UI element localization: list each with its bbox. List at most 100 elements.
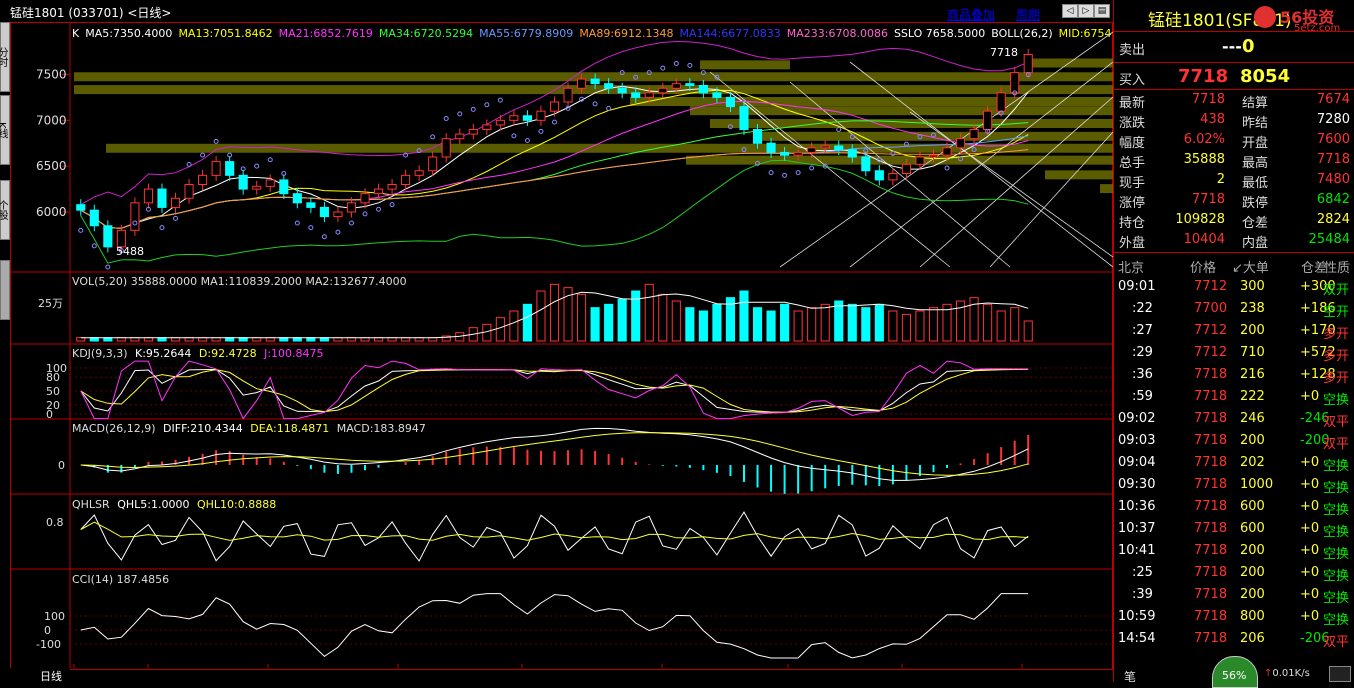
bid-volume: 8054 (1240, 66, 1291, 87)
cci-tick: 0 (44, 624, 51, 637)
tick-row: 09:04 7718 202 +0 空换 (1114, 452, 1354, 474)
candle-body (766, 142, 776, 153)
tick-cell: 216 (1240, 367, 1265, 382)
tick-row: 10:36 7718 600 +0 空换 (1114, 496, 1354, 518)
side-tab-kline[interactable]: K线 (0, 95, 10, 165)
cci-tick: 100 (44, 610, 65, 623)
vol-tick: 25万 (38, 297, 63, 310)
quote-label: 开盘 (1242, 136, 1269, 151)
volume-bar (793, 310, 803, 342)
sar-dot (836, 127, 842, 132)
sar-dot (484, 102, 490, 108)
price-band (710, 119, 1113, 128)
chart-area[interactable]: K MA5:7350.4000 MA13:7051.8462 MA21:6852.76… (10, 22, 1113, 670)
bid-row: 买入 7718 8054 (1119, 66, 1291, 88)
tick-cell: :39 (1132, 587, 1153, 602)
tick-cell: 空换 (1323, 591, 1350, 606)
candle-body (685, 83, 695, 87)
volume-bar (1023, 320, 1033, 342)
tick-cell: 200 (1240, 323, 1265, 338)
candle-body (387, 184, 397, 190)
candle-body (373, 188, 384, 195)
qhl5-line (80, 511, 1029, 562)
volume-bar (996, 310, 1006, 342)
candle-body (712, 92, 722, 98)
candle-body (536, 110, 546, 121)
side-tab-intraday[interactable]: 分时 (0, 22, 10, 92)
candle-body (617, 87, 627, 94)
quote-row: 持仓 109828 仓差 2824 (1114, 212, 1354, 232)
indicator-7: MA144:6677.0833 (680, 27, 781, 40)
period-link[interactable]: 周期 (1016, 6, 1040, 23)
quote-label: 结算 (1242, 96, 1269, 111)
candle-body (644, 92, 654, 98)
sar-dot (267, 157, 273, 163)
quote-label: 最新 (1119, 96, 1146, 111)
candle-body (739, 106, 749, 131)
tick-cell: :59 (1132, 389, 1153, 404)
volume-bar (739, 290, 749, 342)
layout-icon[interactable]: ▤ (1094, 4, 1110, 18)
candle-body (874, 170, 884, 181)
indicator-10: BOLL(26,2) (991, 27, 1052, 40)
candle-body (428, 156, 438, 172)
sar-dot (105, 264, 111, 270)
candle-body (414, 170, 424, 176)
side-tab-extra[interactable] (0, 260, 10, 320)
sar-dot (200, 152, 206, 158)
quote-row: 外盘 10404 内盘 25484 (1114, 232, 1354, 252)
sar-dot (186, 161, 192, 167)
tick-cell: 202 (1240, 455, 1265, 470)
prev-icon[interactable]: ◁ (1062, 4, 1078, 18)
tick-cell: 7718 (1194, 587, 1228, 602)
window-min-icon[interactable] (1329, 666, 1351, 682)
candle-body (292, 193, 302, 204)
quote-row: 涨跌 438 昨结 7280 (1114, 112, 1354, 132)
volume-bar (1010, 307, 1020, 342)
tick-cell: 多开 (1323, 327, 1350, 342)
candle-body (820, 145, 830, 149)
sar-dot (809, 165, 815, 171)
candle-body (671, 83, 681, 89)
volume-bar (766, 310, 776, 342)
tick-cell: 空开 (1323, 305, 1350, 320)
cci-header: CCI(14) 187.4856 (72, 573, 169, 586)
side-tab-stock[interactable]: 个股 (0, 180, 10, 240)
indicator-9: SSLO 7658.5000 (894, 27, 985, 40)
tick-cell: 206 (1240, 631, 1265, 646)
sar-dot (457, 111, 463, 117)
window-title: 锰硅1801 (033701) <日线> (10, 6, 172, 20)
price-band (630, 97, 1113, 106)
tick-cell: 14:54 (1118, 631, 1156, 646)
candle-body (157, 188, 167, 208)
candle-body (319, 206, 329, 218)
tick-cell: 空换 (1323, 393, 1350, 408)
tick-cell: 09:04 (1118, 455, 1156, 470)
indicator-3: MA21:6852.7619 (279, 27, 373, 40)
indicator-6: MA89:6912.1348 (579, 27, 673, 40)
sar-dot (687, 62, 693, 68)
period-tab-daily[interactable]: 日线 (0, 668, 70, 683)
tick-cell: :36 (1132, 367, 1153, 382)
price-band (74, 85, 1113, 95)
overlay-link[interactable]: 商品叠加 (947, 6, 995, 23)
sar-dot (660, 65, 666, 71)
sar-dot (308, 225, 314, 231)
quote-label: 现手 (1119, 176, 1146, 191)
volume-bar (522, 303, 532, 342)
next-icon[interactable]: ▷ (1078, 4, 1094, 18)
candle-body (76, 204, 86, 211)
volume-bar (888, 310, 898, 342)
candle-body (495, 119, 505, 126)
quote-label: 外盘 (1119, 236, 1146, 251)
candle-body (563, 87, 573, 103)
quote-panel: 锰硅1801(SF801) 56投资 5etz.com 卖出 --- 0 买入 … (1113, 0, 1354, 688)
price-tick-label: 6500 (36, 159, 67, 173)
candle-body (225, 161, 235, 176)
tick-cell: 300 (1240, 279, 1265, 294)
tick-tab[interactable]: 笔 (1124, 668, 1136, 685)
candle-body (847, 149, 857, 158)
tick-cell: 09:30 (1118, 477, 1156, 492)
sar-dot (213, 138, 219, 144)
tick-row: :39 7718 200 +0 空换 (1114, 584, 1354, 606)
